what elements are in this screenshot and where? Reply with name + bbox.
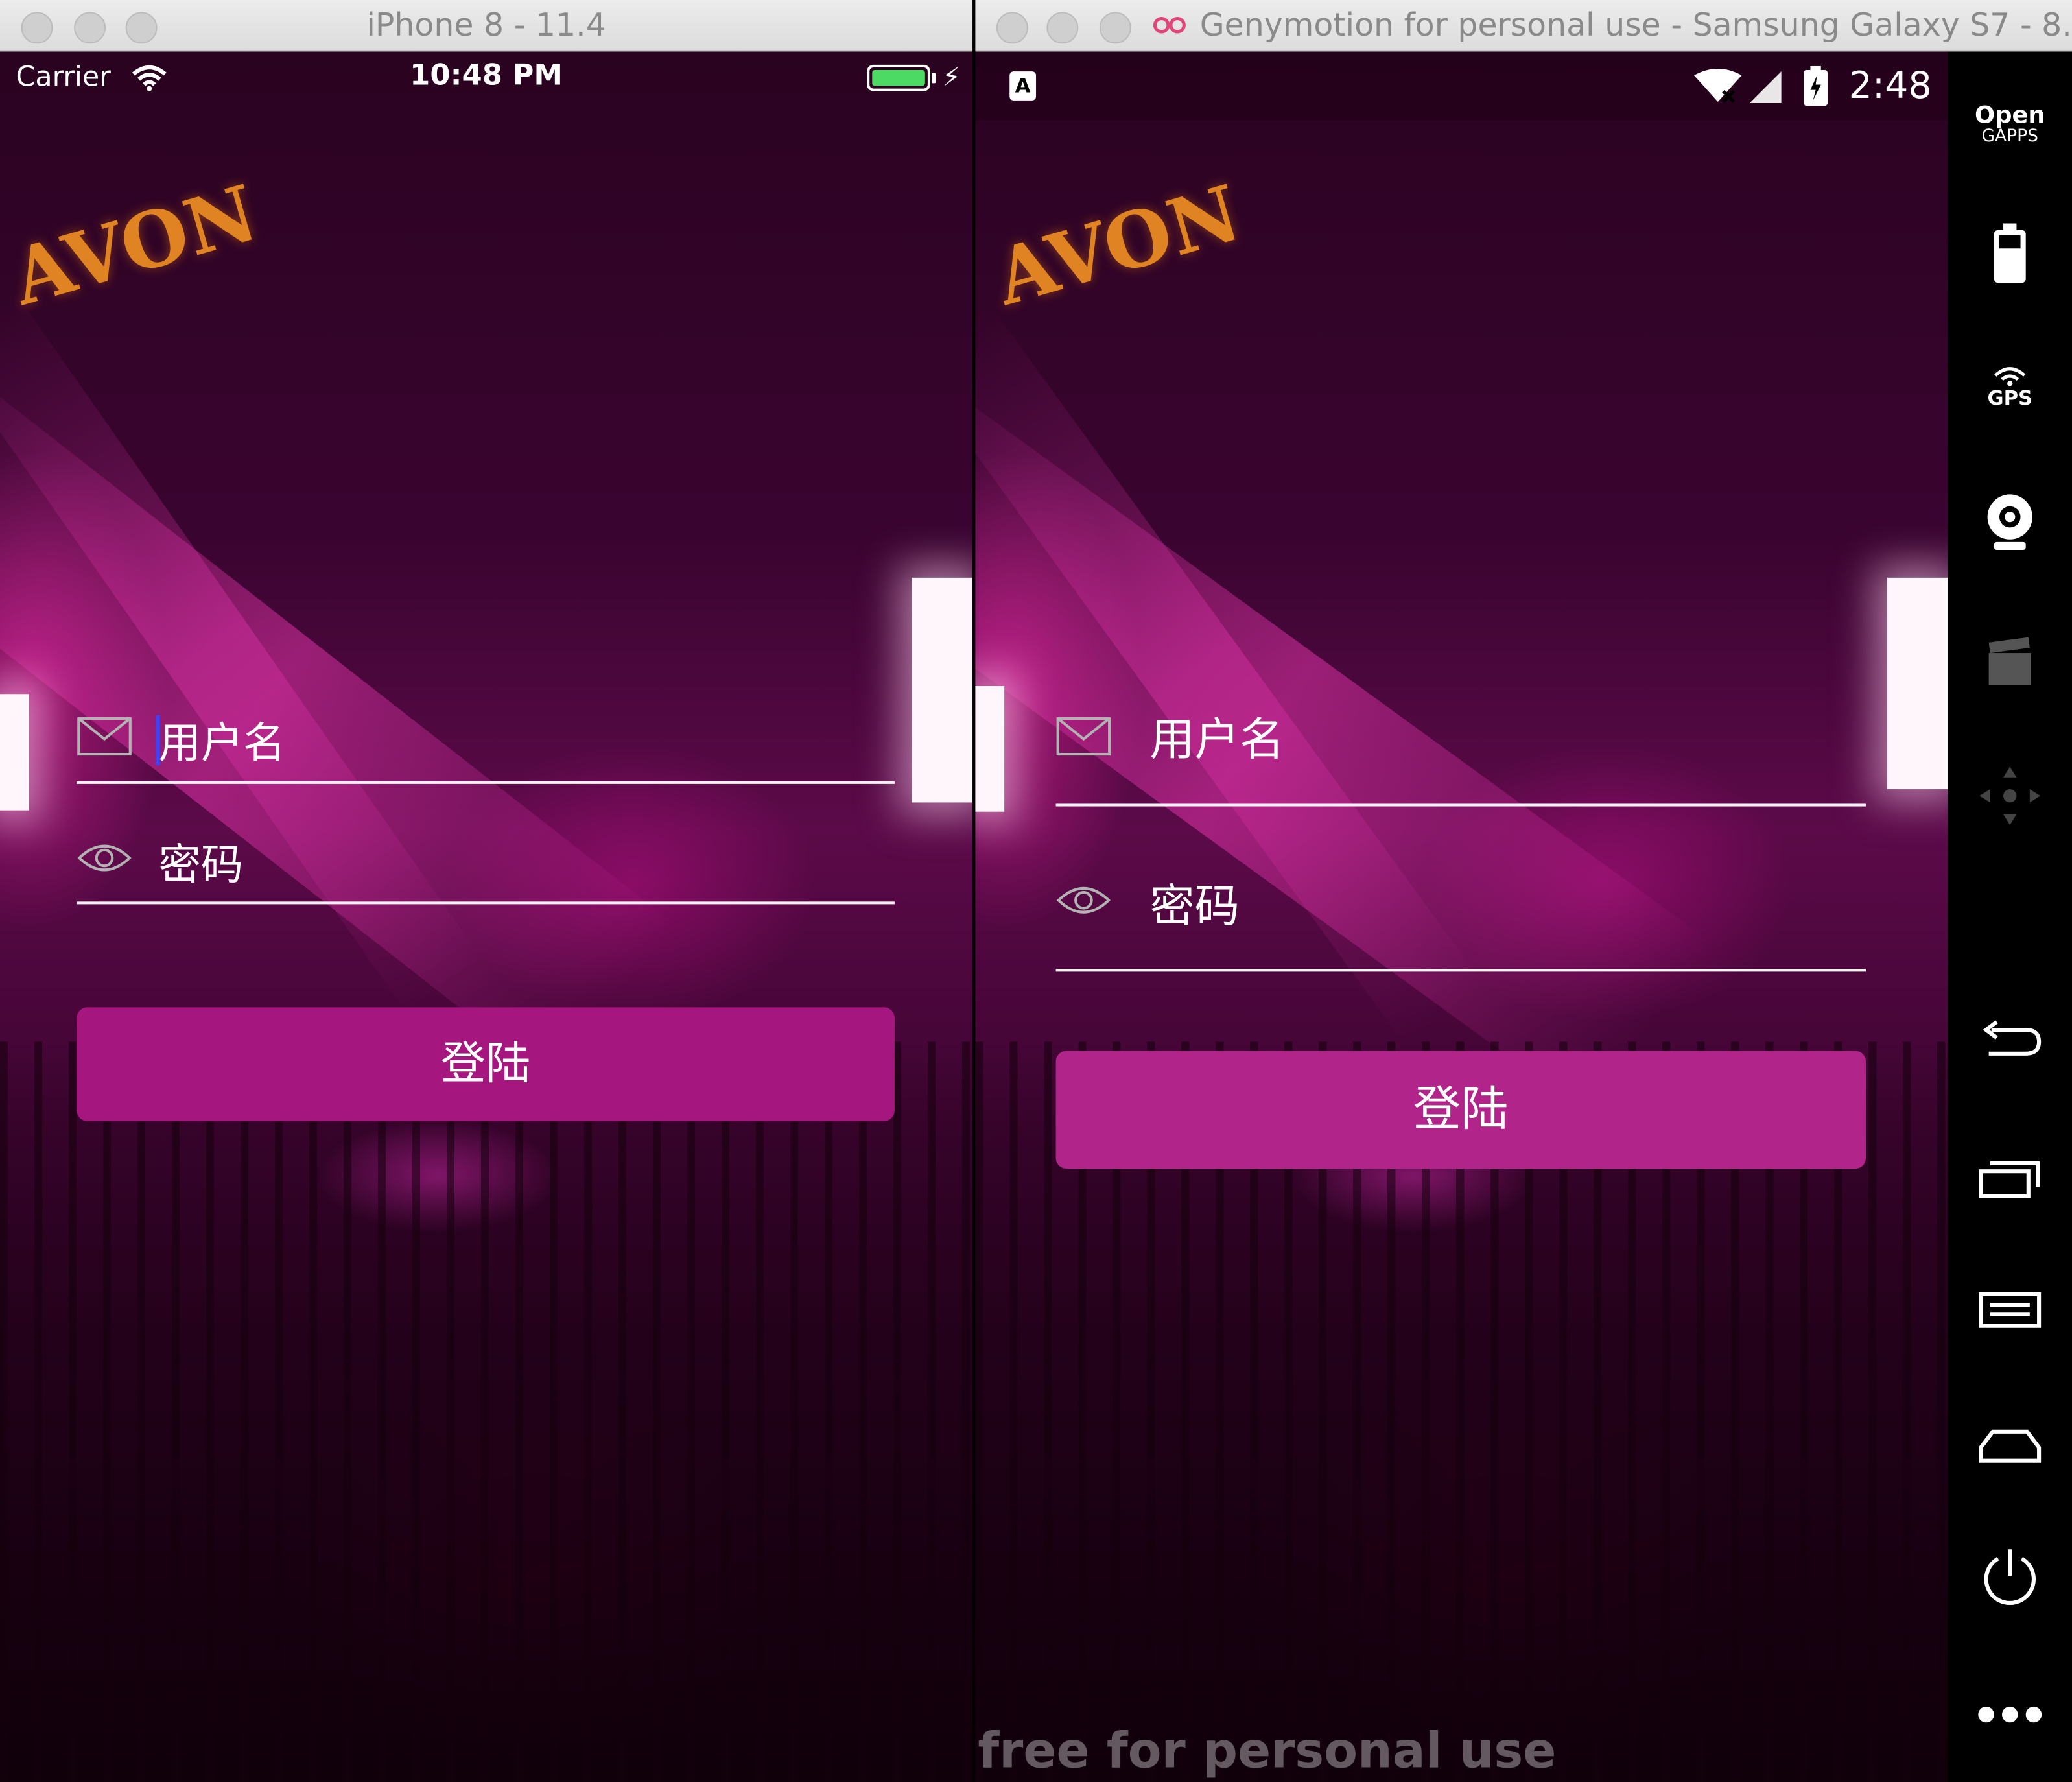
genymotion-logo-icon — [1153, 16, 1186, 34]
background-light-panel — [912, 577, 973, 803]
gps-signal-icon — [1994, 367, 2026, 386]
power-button[interactable] — [1948, 1543, 2072, 1611]
status-time: 2:48 — [1848, 63, 1932, 108]
home-icon — [1979, 1429, 2042, 1463]
menu-icon — [1979, 1292, 2042, 1328]
dpad-button[interactable] — [1948, 765, 2072, 826]
clapperboard-icon — [1988, 637, 2031, 685]
mail-icon — [1056, 717, 1111, 756]
ios-window-titlebar[interactable]: iPhone 8 - 11.4 — [0, 0, 973, 52]
ios-app-screen: AVON Carrier 10:48 PM ⚡ 用户名 密码 登陆 — [0, 51, 973, 1782]
battery-icon — [1994, 223, 2026, 283]
android-app-screen: AVON A 2:48 用户名 密码 登陆 free for personal … — [975, 51, 1948, 1782]
background-chairs — [0, 1041, 973, 1782]
open-gapps-button[interactable]: Open GAPPS — [1948, 91, 2072, 158]
password-field[interactable]: 密码 — [77, 816, 895, 905]
close-window-button[interactable] — [996, 12, 1028, 44]
webcam-icon — [1987, 494, 2032, 551]
ios-status-bar: Carrier 10:48 PM ⚡ — [0, 52, 972, 105]
more-options-button[interactable] — [1948, 1691, 2072, 1738]
password-placeholder: 密码 — [1149, 880, 1240, 934]
window-title: iPhone 8 - 11.4 — [366, 6, 606, 44]
wifi-off-icon — [1694, 69, 1742, 103]
notification-a-icon: A — [1009, 71, 1037, 101]
open-gapps-sublabel: GAPPS — [1981, 126, 2038, 147]
back-button[interactable] — [1948, 1014, 2072, 1067]
back-arrow-icon — [1983, 1020, 2042, 1056]
background-avon-sign: AVON — [985, 168, 1250, 324]
power-icon — [1984, 1549, 2036, 1605]
background-light-panel — [0, 694, 29, 811]
minimize-window-button[interactable] — [1046, 12, 1079, 44]
mail-icon — [77, 717, 132, 756]
username-field[interactable]: 用户名 — [1055, 687, 1866, 807]
signal-icon — [1749, 71, 1782, 104]
screen-capture-button[interactable] — [1948, 630, 2072, 691]
android-status-bar: A 2:48 — [975, 51, 1948, 121]
menu-button[interactable] — [1948, 1283, 2072, 1336]
webcam-widget-button[interactable] — [1948, 488, 2072, 556]
username-placeholder: 用户名 — [1149, 713, 1285, 767]
username-placeholder: 用户名 — [158, 717, 286, 768]
username-field[interactable]: 用户名 — [77, 686, 895, 784]
window-title: Genymotion for personal use - Samsung Ga… — [1199, 6, 2072, 44]
eye-icon[interactable] — [77, 838, 132, 877]
background-avon-sign: AVON — [3, 168, 267, 324]
battery-tip — [932, 73, 936, 84]
charging-bolt-icon: ⚡ — [942, 60, 961, 93]
more-dots-icon — [1978, 1706, 2042, 1723]
genymotion-sidebar: Open GAPPS GPS — [1948, 51, 2072, 1782]
home-button[interactable] — [1948, 1418, 2072, 1471]
eye-icon[interactable] — [1056, 881, 1112, 920]
login-button[interactable]: 登陆 — [77, 1007, 895, 1121]
recent-apps-icon — [1979, 1161, 2040, 1198]
battery-charging-icon — [1804, 65, 1828, 106]
ios-simulator-window: iPhone 8 - 11.4 AVON Carrier 10:48 PM ⚡ … — [0, 0, 973, 1782]
genymotion-window-titlebar[interactable]: Genymotion for personal use - Samsung Ga… — [975, 0, 2072, 52]
gps-label: GPS — [1987, 386, 2033, 410]
watermark-text: free for personal use — [978, 1722, 1557, 1779]
background-light-panel — [975, 686, 1005, 812]
battery-icon — [867, 64, 930, 91]
login-button[interactable]: 登陆 — [1055, 1051, 1866, 1169]
recent-apps-button[interactable] — [1948, 1152, 2072, 1205]
battery-widget-button[interactable] — [1948, 217, 2072, 291]
gps-widget-button[interactable]: GPS — [1948, 353, 2072, 422]
dpad-icon — [1979, 766, 2041, 826]
password-placeholder: 密码 — [158, 839, 244, 890]
open-gapps-label: Open — [1975, 101, 2045, 129]
zoom-window-button[interactable] — [1099, 12, 1131, 44]
password-field[interactable]: 密码 — [1055, 851, 1866, 972]
status-time: 10:48 PM — [410, 59, 563, 93]
genymotion-window: Genymotion for personal use - Samsung Ga… — [975, 0, 2072, 1782]
background-light-panel — [1887, 577, 1948, 790]
